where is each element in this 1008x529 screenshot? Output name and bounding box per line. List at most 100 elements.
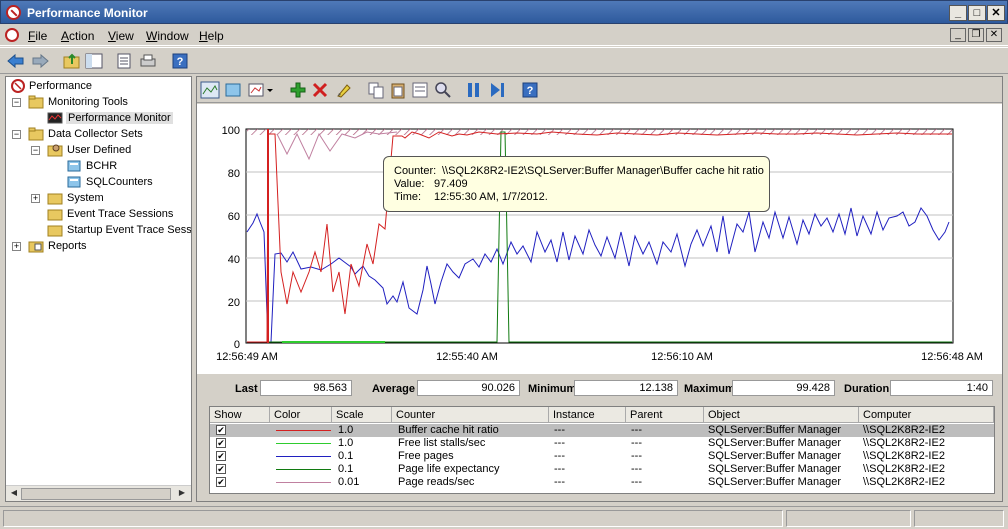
counter-tooltip: Counter: \\SQL2K8R2-IE2\SQLServer:Buffer … (383, 156, 770, 212)
child-minimize-button[interactable]: _ (950, 28, 966, 42)
counter-row[interactable]: ✔ 0.1 Page life expectancy --- --- SQLSe… (210, 463, 994, 476)
properties-icon[interactable] (410, 81, 430, 99)
show-checkbox[interactable]: ✔ (216, 425, 226, 435)
menu-action[interactable]: Action (61, 29, 94, 43)
properties-icon[interactable] (114, 52, 134, 70)
scroll-thumb[interactable] (21, 488, 171, 500)
child-close-button[interactable]: ✕ (986, 28, 1002, 42)
view-current-activity-icon[interactable] (200, 81, 220, 99)
show-checkbox[interactable]: ✔ (216, 477, 226, 487)
folder-icon (28, 127, 44, 141)
scroll-right-icon[interactable]: ▶ (175, 488, 189, 500)
counter-row[interactable]: ✔ 1.0 Free list stalls/sec --- --- SQLSe… (210, 437, 994, 450)
color-swatch (276, 482, 331, 483)
view-log-data-icon[interactable] (223, 81, 243, 99)
y-tick-label: 20 (228, 297, 240, 309)
minimize-button[interactable]: _ (949, 5, 967, 21)
counter-parent: --- (631, 437, 642, 449)
counter-row[interactable]: ✔ 1.0 Buffer cache hit ratio --- --- SQL… (210, 424, 994, 437)
help-icon[interactable]: ? (520, 81, 540, 99)
counter-row[interactable]: ✔ 0.1 Free pages --- --- SQLServer:Buffe… (210, 450, 994, 463)
color-swatch (276, 469, 331, 470)
status-segment (914, 510, 1004, 527)
counter-computer: \\SQL2K8R2-IE2 (863, 437, 945, 449)
scroll-left-icon[interactable]: ◀ (7, 488, 21, 500)
stat-last-label: Last (235, 383, 258, 395)
counter-instance: --- (554, 424, 565, 436)
statistics-bar: Last 98.563 Average 90.026 Minimum 12.13… (197, 375, 1002, 401)
menu-file[interactable]: File (28, 29, 47, 43)
column-header-object[interactable]: Object (704, 407, 859, 423)
close-button[interactable]: ✕ (987, 5, 1005, 21)
counter-computer: \\SQL2K8R2-IE2 (863, 476, 945, 488)
column-header-show[interactable]: Show (210, 407, 270, 423)
expand-icon[interactable]: + (31, 194, 40, 203)
y-tick-label: 80 (228, 168, 240, 180)
maximize-button[interactable]: □ (968, 5, 986, 21)
folder-icon (47, 193, 63, 205)
status-bar (0, 506, 1008, 529)
counter-object: SQLServer:Buffer Manager (708, 463, 842, 475)
menu-view[interactable]: View (108, 29, 134, 43)
counter-name: Page reads/sec (398, 476, 475, 488)
counter-instance: --- (554, 476, 565, 488)
up-folder-icon[interactable] (62, 52, 82, 70)
main-toolbar: ? (0, 47, 1008, 74)
tooltip-time: 12:55:30 AM, 1/7/2012. (434, 191, 548, 203)
tooltip-counter-value: \\SQL2K8R2-IE2\SQLServer:Buffer Manager\… (442, 165, 764, 177)
tooltip-value-label: Value: (394, 178, 425, 190)
print-icon[interactable] (138, 52, 158, 70)
column-header-scale[interactable]: Scale (332, 407, 392, 423)
collapse-icon[interactable]: − (12, 130, 21, 139)
copy-icon[interactable] (366, 81, 386, 99)
paste-icon[interactable] (388, 81, 408, 99)
performance-graph[interactable]: 100 80 60 40 20 0 12:56:49 AM 12:55:40 A… (197, 104, 1002, 374)
counter-instance: --- (554, 450, 565, 462)
show-checkbox[interactable]: ✔ (216, 438, 226, 448)
add-counter-icon[interactable] (288, 81, 308, 99)
tree-label: Performance (29, 80, 92, 92)
mmc-icon[interactable] (5, 28, 19, 42)
tree-label: Performance Monitor (66, 112, 173, 124)
svg-text:?: ? (177, 56, 184, 68)
counter-scale: 0.1 (338, 450, 354, 462)
expand-icon[interactable]: + (12, 242, 21, 251)
color-swatch (276, 430, 331, 431)
graph-canvas[interactable]: 100 80 60 40 20 0 12:56:49 AM 12:55:40 A… (197, 104, 1002, 374)
tree-horizontal-scrollbar[interactable]: ◀ ▶ (6, 485, 191, 501)
y-tick-label: 40 (228, 254, 240, 266)
menu-help[interactable]: Help (199, 29, 224, 43)
child-restore-button[interactable]: ❐ (968, 28, 984, 42)
change-graph-type-icon[interactable] (247, 81, 267, 99)
counter-parent: --- (631, 424, 642, 436)
column-header-computer[interactable]: Computer (859, 407, 994, 423)
pause-icon[interactable] (464, 81, 484, 99)
show-checkbox[interactable]: ✔ (216, 464, 226, 474)
help-icon[interactable]: ? (170, 52, 190, 70)
counter-row[interactable]: ✔ 0.01 Page reads/sec --- --- SQLServer:… (210, 476, 994, 489)
stat-last-value: 98.563 (260, 380, 352, 396)
stat-minimum-value: 12.138 (574, 380, 678, 396)
counter-parent: --- (631, 450, 642, 462)
show-hide-tree-icon[interactable] (84, 52, 104, 70)
collapse-icon[interactable]: − (12, 98, 21, 107)
forward-icon[interactable] (30, 52, 50, 70)
show-checkbox[interactable]: ✔ (216, 451, 226, 461)
chevron-down-icon[interactable] (265, 81, 275, 99)
column-header-counter[interactable]: Counter (392, 407, 549, 423)
menu-window[interactable]: Window (146, 29, 189, 43)
zoom-icon[interactable] (433, 81, 453, 99)
tree-label: Monitoring Tools (48, 96, 128, 108)
counter-name: Free pages (398, 450, 454, 462)
collapse-icon[interactable]: − (31, 146, 40, 155)
column-header-parent[interactable]: Parent (626, 407, 704, 423)
column-header-instance[interactable]: Instance (549, 407, 626, 423)
svg-text:?: ? (527, 85, 534, 97)
back-icon[interactable] (6, 52, 26, 70)
update-data-icon[interactable] (488, 81, 508, 99)
column-header-color[interactable]: Color (270, 407, 332, 423)
app-icon[interactable] (6, 5, 21, 20)
delete-counter-icon[interactable] (310, 81, 330, 99)
counter-object: SQLServer:Buffer Manager (708, 450, 842, 462)
highlight-icon[interactable] (334, 81, 354, 99)
